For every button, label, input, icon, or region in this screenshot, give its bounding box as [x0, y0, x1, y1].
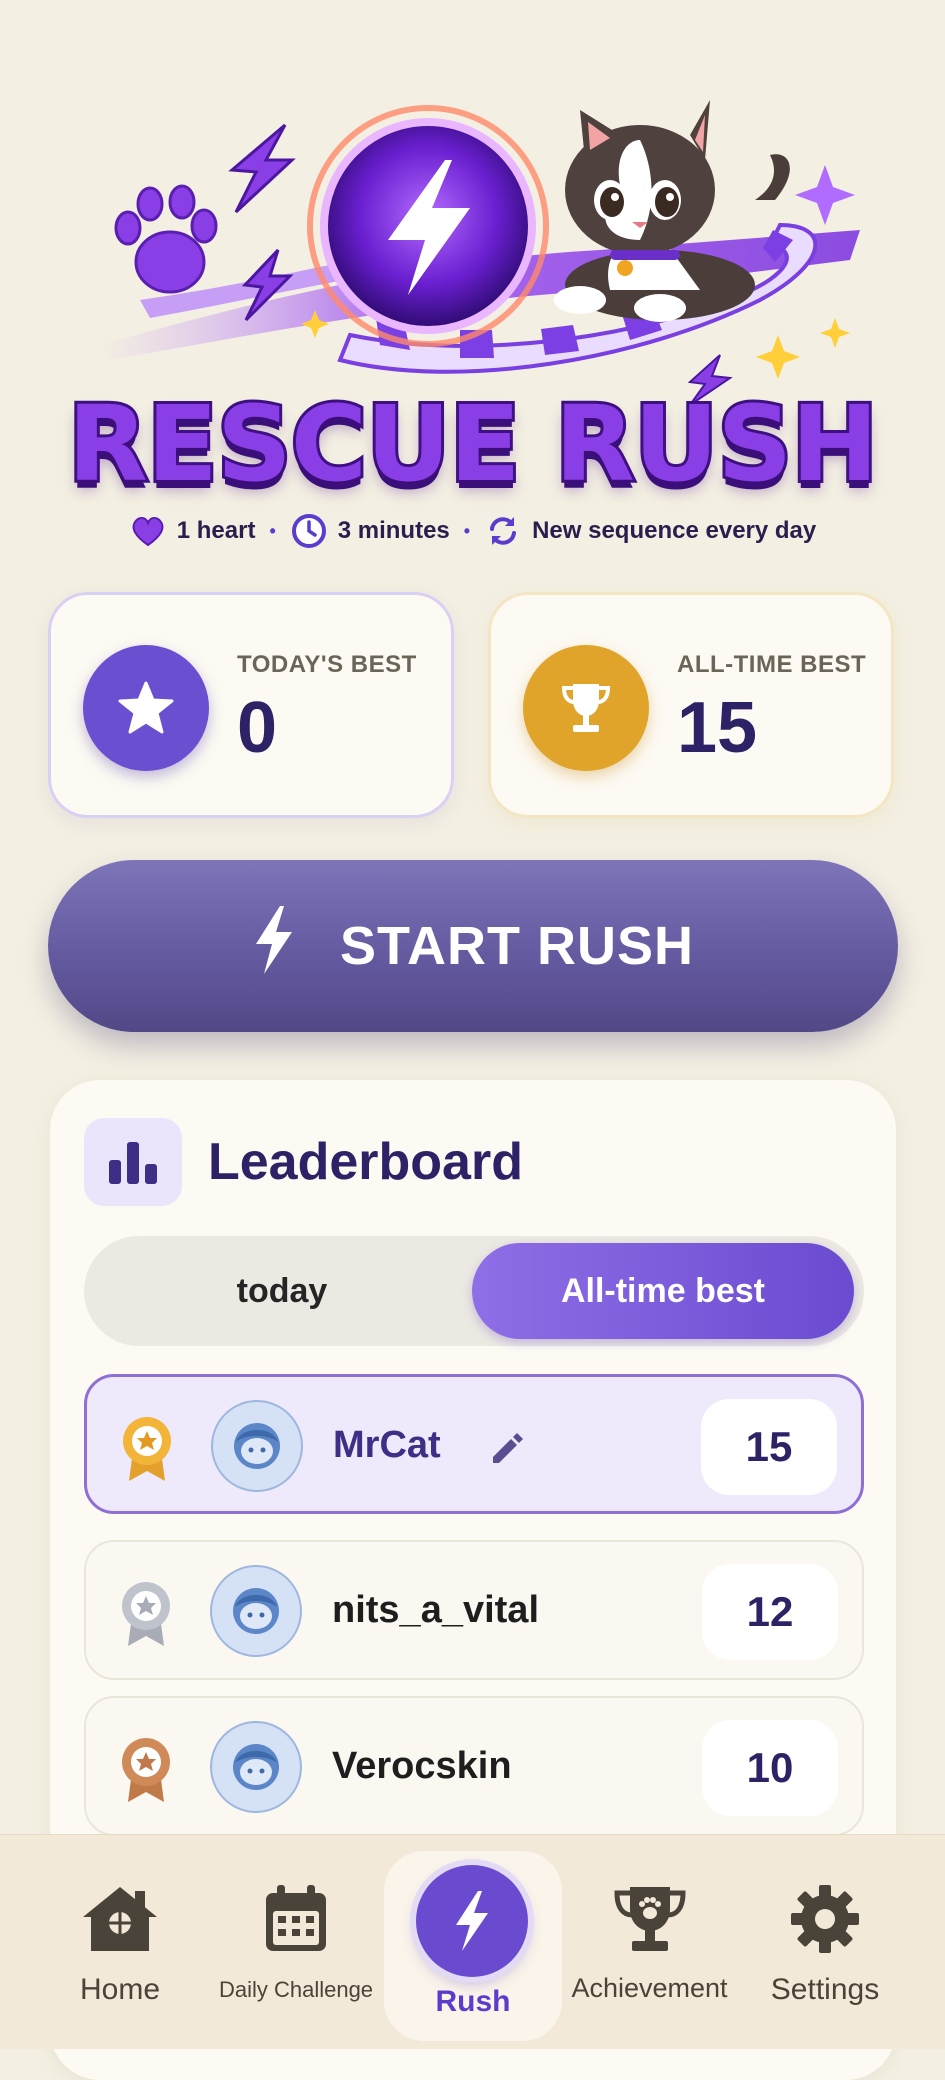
gear-icon — [791, 1885, 859, 1953]
clock-icon — [290, 512, 328, 550]
duration-text: 3 minutes — [337, 517, 450, 544]
nav-home[interactable]: Home — [40, 1835, 200, 2049]
game-info-row: 1 heart • 3 minutes • New sequence every… — [0, 512, 945, 550]
start-rush-button[interactable]: START RUSH — [48, 860, 898, 1032]
lightning-icon — [416, 1865, 528, 1977]
all-time-best-label: ALL-TIME BEST — [677, 651, 867, 678]
gold-medal-icon — [123, 1417, 171, 1481]
user-face-icon — [233, 1744, 279, 1790]
player-score: 10 — [702, 1720, 838, 1816]
trophy-icon — [523, 645, 649, 771]
todays-best-card: TODAY'S BEST 0 — [48, 592, 454, 818]
nav-rush[interactable]: Rush — [384, 1835, 562, 2049]
silver-medal-icon — [122, 1582, 170, 1646]
game-title: RESCUE RUSH — [65, 383, 882, 505]
separator: • — [463, 520, 471, 541]
user-face-icon — [233, 1588, 279, 1634]
heart-icon — [129, 512, 167, 550]
player-name: Verocskin — [332, 1745, 512, 1787]
leaderboard-row-current-user[interactable]: MrCat 15 — [84, 1374, 864, 1514]
nav-label: Daily Challenge — [218, 1977, 374, 2002]
player-score: 15 — [701, 1399, 837, 1495]
start-rush-label: START RUSH — [340, 916, 694, 976]
nav-label: Home — [79, 1973, 161, 2006]
leaderboard-row[interactable]: nits_a_vital 12 — [84, 1540, 864, 1680]
bar-chart-icon — [84, 1118, 182, 1206]
all-time-best-value: 15 — [677, 688, 758, 768]
lightning-icon — [252, 904, 296, 989]
nav-achievement[interactable]: Achievement — [562, 1835, 737, 2049]
sequence-text: New sequence every day — [532, 517, 817, 544]
nav-settings[interactable]: Settings — [745, 1835, 905, 2049]
trophy-icon — [613, 1887, 686, 1951]
nav-label-active: Rush — [435, 1985, 511, 2018]
lives-text: 1 heart — [176, 517, 256, 544]
avatar — [211, 1400, 303, 1492]
nav-label: Settings — [770, 1973, 880, 2006]
avatar — [210, 1565, 302, 1657]
todays-best-label: TODAY'S BEST — [237, 651, 417, 678]
tab-today[interactable]: today — [92, 1243, 472, 1339]
home-icon — [83, 1887, 157, 1951]
refresh-icon — [484, 512, 522, 550]
todays-best-value: 0 — [237, 688, 278, 768]
leaderboard-title: Leaderboard — [208, 1133, 523, 1191]
player-name: MrCat — [333, 1424, 441, 1466]
edit-pencil-icon[interactable] — [485, 1427, 527, 1469]
leaderboard-tabs: today All-time best — [84, 1236, 864, 1346]
star-icon — [83, 645, 209, 771]
avatar — [210, 1721, 302, 1813]
leaderboard-row[interactable]: Verocskin 10 — [84, 1696, 864, 1836]
player-score: 12 — [702, 1564, 838, 1660]
cat-mascot-icon — [554, 100, 790, 322]
tab-all-time-best[interactable]: All-time best — [472, 1243, 854, 1339]
user-face-icon — [234, 1423, 280, 1469]
bottom-navigation: Home Daily Challenge Rush Achievement Se… — [0, 1834, 945, 2049]
bronze-medal-icon — [122, 1738, 170, 1802]
calendar-icon — [266, 1885, 326, 1951]
hero-banner: RESCUE RUSH 1 heart • 3 minutes • New se… — [0, 0, 945, 560]
separator: • — [269, 520, 276, 541]
all-time-best-card: ALL-TIME BEST 15 — [488, 592, 894, 818]
player-name: nits_a_vital — [332, 1589, 539, 1631]
nav-daily-challenge[interactable]: Daily Challenge — [206, 1835, 386, 2049]
nav-label: Achievement — [571, 1973, 728, 2003]
